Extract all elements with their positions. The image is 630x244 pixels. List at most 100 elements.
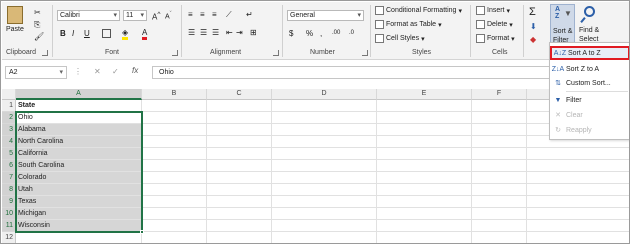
currency-button[interactable]: $ [289,29,293,38]
cell-d8[interactable] [272,184,377,196]
increase-decimal-button[interactable]: .00 [332,30,340,36]
number-launcher[interactable] [362,50,368,56]
cell-g7[interactable] [527,172,629,184]
number-format-dropdown[interactable]: General [287,10,364,21]
column-header-a[interactable]: A [16,89,142,100]
cell-g10[interactable] [527,208,629,220]
cell-e8[interactable] [377,184,472,196]
increase-font-icon[interactable]: A^ [152,11,160,22]
cell-f12[interactable] [472,232,527,243]
decrease-decimal-button[interactable]: .0 [349,30,354,36]
fill-handle[interactable] [140,230,144,234]
cell-e3[interactable] [377,124,472,136]
cell-f5[interactable] [472,148,527,160]
insert-button[interactable]: Insert ▾ [476,6,510,15]
cell-c7[interactable] [207,172,272,184]
cell-e5[interactable] [377,148,472,160]
cell-c2[interactable] [207,112,272,124]
cell-f2[interactable] [472,112,527,124]
cell-c5[interactable] [207,148,272,160]
cell-c11[interactable] [207,220,272,232]
cell-d2[interactable] [272,112,377,124]
cell-b4[interactable] [142,136,207,148]
align-top-icon[interactable]: ≡ [188,10,193,19]
decrease-font-icon[interactable]: Aˇ [165,11,172,20]
cut-icon[interactable]: ✂ [34,8,41,17]
font-launcher[interactable] [172,50,178,56]
menu-item-filter[interactable]: ▼ Filter [550,93,629,107]
cell-c4[interactable] [207,136,272,148]
cell-b10[interactable] [142,208,207,220]
cell-e12[interactable] [377,232,472,243]
cell-c3[interactable] [207,124,272,136]
cell-b7[interactable] [142,172,207,184]
cell-d5[interactable] [272,148,377,160]
cell-c1[interactable] [207,100,272,112]
alignment-launcher[interactable] [273,50,279,56]
wrap-text-icon[interactable]: ↵ [246,10,253,19]
format-as-table-button[interactable]: Format as Table ▾ [375,20,442,29]
row-header-9[interactable]: 9 [2,196,16,208]
cell-b5[interactable] [142,148,207,160]
merge-center-icon[interactable]: ⊞ [250,28,257,37]
cell-c8[interactable] [207,184,272,196]
column-header-f[interactable]: F [472,89,527,100]
cell-f9[interactable] [472,196,527,208]
cell-f10[interactable] [472,208,527,220]
borders-icon[interactable] [102,29,111,38]
cell-a6[interactable]: South Carolina [16,160,142,172]
cell-a4[interactable]: North Carolina [16,136,142,148]
percent-button[interactable]: % [306,29,313,38]
cell-e11[interactable] [377,220,472,232]
align-middle-icon[interactable]: ≡ [200,10,205,19]
cell-d12[interactable] [272,232,377,243]
row-header-10[interactable]: 10 [2,208,16,220]
format-button[interactable]: Format ▾ [476,34,515,43]
cell-c10[interactable] [207,208,272,220]
cell-c6[interactable] [207,160,272,172]
cell-d7[interactable] [272,172,377,184]
cell-a2[interactable]: Ohio [16,112,142,124]
clear-icon[interactable]: ◆ [530,35,536,44]
delete-button[interactable]: Delete ▾ [476,20,513,29]
menu-item-sort-a-to-z[interactable]: A↓Z Sort A to Z [550,46,629,60]
cell-d1[interactable] [272,100,377,112]
clipboard-launcher[interactable] [42,50,48,56]
cell-b9[interactable] [142,196,207,208]
cell-f1[interactable] [472,100,527,112]
select-all-corner[interactable] [2,89,16,100]
cell-a1[interactable]: State [16,100,142,112]
font-name-dropdown[interactable]: Calibri [57,10,120,21]
cell-f7[interactable] [472,172,527,184]
cell-d3[interactable] [272,124,377,136]
row-header-11[interactable]: 11 [2,220,16,232]
format-painter-icon[interactable]: 🖌 [34,32,44,41]
cell-f4[interactable] [472,136,527,148]
row-header-4[interactable]: 4 [2,136,16,148]
cell-styles-button[interactable]: Cell Styles ▾ [375,34,425,43]
copy-icon[interactable]: ⎘ [34,20,40,30]
row-header-12[interactable]: 12 [2,232,16,243]
cell-a10[interactable]: Michigan [16,208,142,220]
enter-icon[interactable]: ✓ [112,67,119,76]
cell-f3[interactable] [472,124,527,136]
orientation-icon[interactable]: ⟋ [226,10,232,20]
cell-b6[interactable] [142,160,207,172]
cell-a5[interactable]: California [16,148,142,160]
cancel-icon[interactable]: ✕ [94,67,101,76]
align-right-icon[interactable]: ☰ [212,28,219,37]
fill-icon[interactable]: ⬇ [530,22,537,31]
row-header-1[interactable]: 1 [2,100,16,112]
menu-item-custom-sort[interactable]: ⇅ Custom Sort... [550,76,629,90]
cell-g6[interactable] [527,160,629,172]
cell-d4[interactable] [272,136,377,148]
conditional-formatting-button[interactable]: Conditional Formatting ▾ [375,6,462,15]
menu-item-clear[interactable]: ✕ Clear [550,108,629,122]
sort-filter-button[interactable]: AZ ▼ Sort & Filter [550,4,575,47]
align-bottom-icon[interactable]: ≡ [212,10,217,19]
cell-c9[interactable] [207,196,272,208]
align-left-icon[interactable]: ☰ [188,28,195,37]
cell-g11[interactable] [527,220,629,232]
bold-button[interactable]: B [60,29,66,38]
cell-a12[interactable] [16,232,142,243]
